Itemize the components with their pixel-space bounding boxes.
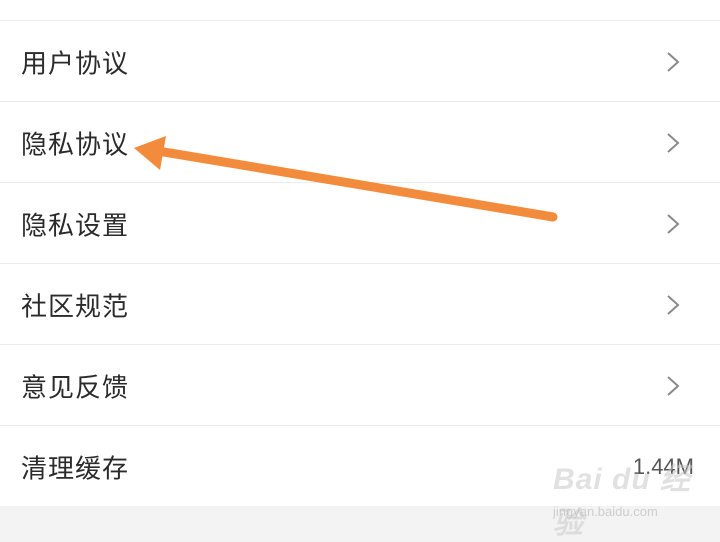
settings-item-clear-cache[interactable]: 清理缓存 1.44M — [0, 426, 720, 507]
settings-item-privacy-settings[interactable]: 隐私设置 — [0, 183, 720, 264]
chevron-right-icon — [667, 51, 680, 72]
cache-size-value: 1.44M — [632, 453, 694, 479]
chevron-right-icon — [667, 213, 680, 234]
chevron-right-icon — [667, 132, 680, 153]
settings-item-label: 清理缓存 — [21, 454, 130, 484]
settings-item-label: 隐私设置 — [21, 211, 130, 241]
chevron-right-icon — [667, 294, 680, 315]
settings-item-user-agreement[interactable]: 用户协议 — [0, 21, 720, 102]
settings-item-label: 用户协议 — [21, 49, 130, 79]
settings-item-community-guidelines[interactable]: 社区规范 — [0, 264, 720, 345]
settings-list: 用户协议 隐私协议 隐私设置 社区规范 意见反馈 清理缓存 1.44M — [0, 0, 720, 506]
settings-item-privacy-agreement[interactable]: 隐私协议 — [0, 102, 720, 183]
settings-item-label: 意见反馈 — [21, 373, 130, 403]
chevron-right-icon — [667, 375, 680, 396]
settings-item-label: 社区规范 — [21, 292, 130, 322]
settings-item-label: 隐私协议 — [21, 130, 130, 160]
settings-item-feedback[interactable]: 意见反馈 — [0, 345, 720, 426]
